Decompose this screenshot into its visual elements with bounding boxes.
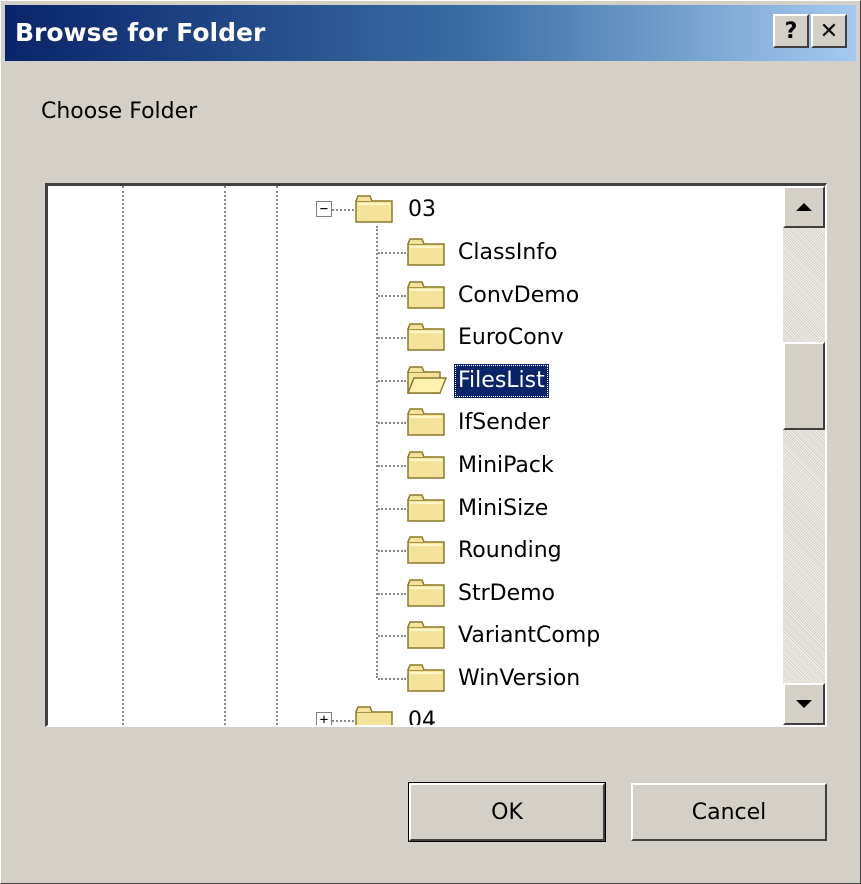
tree-connector <box>378 465 406 467</box>
tree-connector <box>378 295 406 297</box>
browse-for-folder-dialog: Browse for Folder ? ✕ Choose Folder − 03 <box>0 0 861 884</box>
window-title: Browse for Folder <box>15 18 266 47</box>
tree-guide-line <box>376 226 378 678</box>
folder-icon <box>355 195 393 223</box>
tree-connector <box>378 678 406 680</box>
folder-tree-view[interactable]: − 03 ClassInfo ConvDemo EuroConv FilesList I… <box>45 183 827 727</box>
tree-connector <box>378 593 406 595</box>
tree-guide-line <box>276 186 278 725</box>
folder-icon <box>407 451 445 479</box>
expand-toggle[interactable]: + <box>316 712 332 725</box>
tree-node-strdemo[interactable]: StrDemo <box>454 577 559 611</box>
tree-node-minisize[interactable]: MiniSize <box>454 492 552 526</box>
help-icon: ? <box>784 18 798 44</box>
folder-icon <box>407 621 445 649</box>
collapse-toggle[interactable]: − <box>316 201 332 217</box>
folder-icon <box>407 238 445 266</box>
folder-icon <box>355 706 393 725</box>
scroll-down-arrow-icon <box>796 700 812 708</box>
scroll-thumb[interactable] <box>783 342 825 430</box>
folder-icon <box>407 408 445 436</box>
help-button[interactable]: ? <box>773 14 809 48</box>
tree-connector <box>378 380 406 382</box>
tree-connector <box>332 720 354 722</box>
close-button[interactable]: ✕ <box>811 14 847 48</box>
tree-node-03[interactable]: 03 <box>404 193 440 227</box>
folder-open-icon <box>406 366 448 394</box>
tree-guide-line <box>224 186 226 725</box>
tree-connector <box>378 550 406 552</box>
choose-folder-prompt: Choose Folder <box>41 99 198 124</box>
tree-node-04[interactable]: 04 <box>404 704 440 725</box>
ok-button[interactable]: OK <box>408 782 606 842</box>
tree-connector <box>378 422 406 424</box>
folder-icon <box>407 323 445 351</box>
tree-node-variantcomp[interactable]: VariantComp <box>454 619 604 653</box>
tree-connector <box>378 635 406 637</box>
folder-icon <box>407 536 445 564</box>
tree-node-fileslist[interactable]: FilesList <box>454 364 549 398</box>
cancel-button[interactable]: Cancel <box>631 783 827 841</box>
close-icon: ✕ <box>819 18 839 44</box>
tree-node-winversion[interactable]: WinVersion <box>454 662 584 696</box>
scroll-up-arrow-icon <box>796 203 812 211</box>
folder-icon <box>407 494 445 522</box>
tree-node-classinfo[interactable]: ClassInfo <box>454 236 562 270</box>
tree-connector <box>378 252 406 254</box>
title-bar[interactable]: Browse for Folder ? ✕ <box>5 5 856 61</box>
tree-connector <box>378 508 406 510</box>
tree-node-ifsender[interactable]: IfSender <box>454 406 554 440</box>
scroll-down-button[interactable] <box>783 683 825 725</box>
folder-icon <box>407 664 445 692</box>
folder-icon <box>407 281 445 309</box>
folder-icon <box>407 579 445 607</box>
tree-connector <box>378 337 406 339</box>
vertical-scrollbar[interactable] <box>783 186 825 725</box>
tree-node-minipack[interactable]: MiniPack <box>454 449 558 483</box>
tree-node-convdemo[interactable]: ConvDemo <box>454 279 583 313</box>
tree-connector <box>332 209 354 211</box>
tree-content: − 03 ClassInfo ConvDemo EuroConv FilesList I… <box>48 186 781 725</box>
scroll-up-button[interactable] <box>783 186 825 228</box>
tree-node-euroconv[interactable]: EuroConv <box>454 321 568 355</box>
tree-guide-line <box>122 186 124 725</box>
tree-node-rounding[interactable]: Rounding <box>454 534 566 568</box>
